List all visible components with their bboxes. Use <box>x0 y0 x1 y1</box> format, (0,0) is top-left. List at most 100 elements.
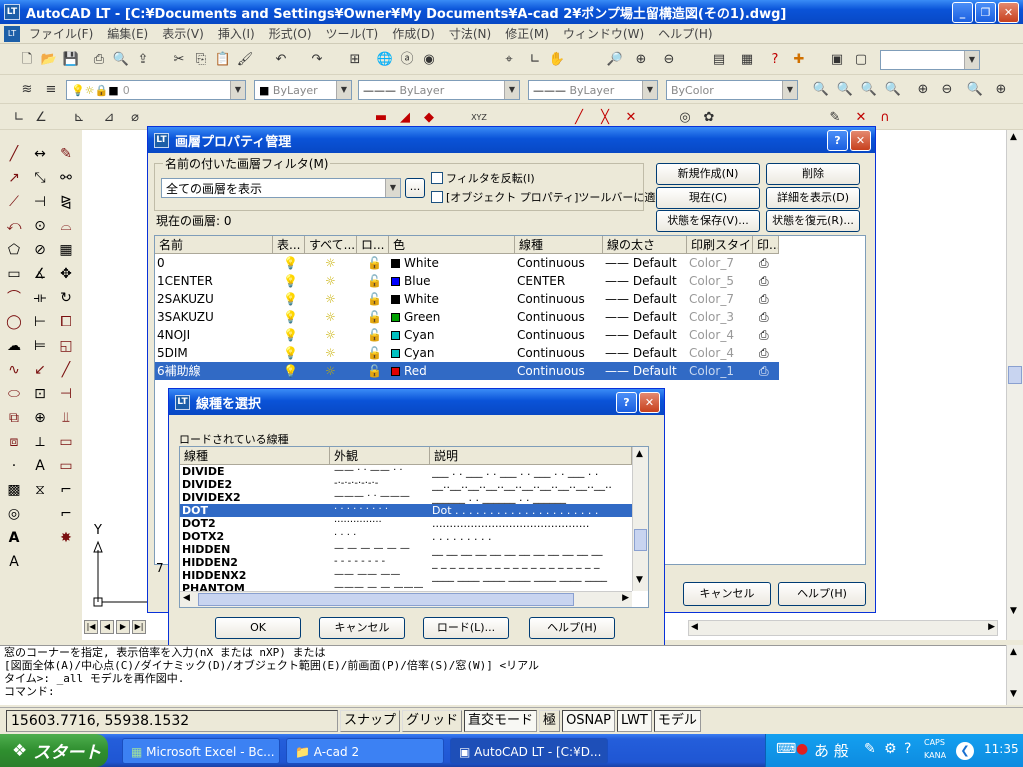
pan-icon[interactable]: ✋ <box>548 51 566 69</box>
layer-name[interactable]: 2SAKUZU <box>157 290 271 308</box>
ime-help-icon[interactable]: ? <box>904 741 911 757</box>
fillet-tool-icon[interactable]: ⌐ <box>56 480 76 500</box>
bulb-on-icon[interactable]: 💡 <box>283 362 303 380</box>
draw-arc2-icon[interactable]: ⌒ <box>4 288 24 308</box>
break2-tool-icon[interactable]: ▭ <box>56 432 76 452</box>
unlock-icon[interactable]: 🔓 <box>367 362 387 380</box>
help-icon[interactable]: ? <box>766 51 784 69</box>
lt-col-header-linetype[interactable]: 線種 <box>180 447 330 465</box>
explode-tool-icon[interactable]: ✸ <box>56 528 76 548</box>
ucs-icon[interactable]: ∟ <box>526 51 544 69</box>
layer-previous-icon[interactable]: ≡ <box>42 81 60 99</box>
layer-row[interactable]: 1CENTER 💡 ☼ 🔓 Blue CENTER —— Default Color_5 ⎙ <box>155 272 779 290</box>
apply-toolbar-checkbox[interactable] <box>431 191 443 203</box>
col-header-name[interactable]: 名前 <box>155 236 273 254</box>
lt-scroll-up-icon[interactable]: ▲ <box>636 449 643 459</box>
unlock-icon[interactable]: 🔓 <box>367 290 387 308</box>
unlock-icon[interactable]: 🔓 <box>367 344 387 362</box>
task-folder[interactable]: 📁 A-cad 2 <box>286 737 444 764</box>
dim-quick-icon[interactable]: ⟛ <box>30 288 50 308</box>
layer-lineweight[interactable]: —— Default <box>605 362 687 380</box>
diameter-dim-icon[interactable]: ⌀ <box>126 109 144 127</box>
lt-scroll-down-icon[interactable]: ▼ <box>636 575 643 585</box>
grid-toggle[interactable]: グリッド <box>402 710 463 732</box>
layer-lineweight[interactable]: —— Default <box>605 326 687 344</box>
layout-icon[interactable]: ▣ <box>828 51 846 69</box>
layer-color[interactable]: White <box>391 254 511 272</box>
network-icon[interactable]: ◉ <box>420 51 438 69</box>
zoom-in-icon[interactable]: 🔍 <box>812 81 830 99</box>
horizontal-scrollbar[interactable]: ◀ ▶ <box>688 620 998 636</box>
delete-layer-button[interactable]: 削除 <box>766 163 860 185</box>
layer-name[interactable]: 4NOJI <box>157 326 271 344</box>
zoom-realtime-icon[interactable]: 🔎 <box>606 51 624 69</box>
zoom-extents-icon[interactable]: 🔍 <box>884 81 902 99</box>
save-icon[interactable]: 💾 <box>62 51 80 69</box>
dim-continue-icon[interactable]: ⊨ <box>30 336 50 356</box>
draw-arc-icon[interactable]: ⤺ <box>4 216 24 236</box>
bulb-on-icon[interactable]: 💡 <box>283 308 303 326</box>
layer-name[interactable]: 3SAKUZU <box>157 308 271 326</box>
draw-polygon-icon[interactable]: ⬠ <box>4 240 24 260</box>
circle-center-icon[interactable]: ◎ <box>676 109 694 127</box>
printer-icon[interactable]: ⎙ <box>759 290 779 308</box>
keyboard-icon[interactable]: ⌨ <box>776 741 796 757</box>
ortho-toggle[interactable]: 直交モード <box>464 710 538 732</box>
polar-toggle[interactable]: 極 <box>539 710 561 732</box>
layer-dialog-close-button[interactable]: ✕ <box>850 130 871 151</box>
cmd-scroll-up-icon[interactable]: ▲ <box>1010 647 1017 657</box>
design-center-icon[interactable]: ▦ <box>738 51 756 69</box>
erase-icon[interactable]: ✕ <box>852 109 870 127</box>
linetype-hscroll[interactable]: ◀ ▶ <box>180 591 632 607</box>
chamfer-tool-icon[interactable]: ▭ <box>56 456 76 476</box>
ime-pad-icon[interactable]: ✎ <box>864 741 876 757</box>
task-excel[interactable]: ▦ Microsoft Excel - Bc... <box>122 737 280 764</box>
layer-lineweight[interactable]: —— Default <box>605 254 687 272</box>
linetype-combo[interactable]: ——— ByLayer ▼ <box>358 80 520 100</box>
stretch-tool-icon[interactable]: ◱ <box>56 336 76 356</box>
break-tool-icon[interactable]: ⫫ <box>56 408 76 428</box>
undo-icon[interactable]: ↶ <box>272 51 290 69</box>
menu-draw[interactable]: 作成(D) <box>385 25 442 42</box>
dim-leader-icon[interactable]: ↙ <box>30 360 50 380</box>
bulb-on-icon[interactable]: 💡 <box>283 272 303 290</box>
bulb-on-icon[interactable]: 💡 <box>283 254 303 272</box>
linetype-help-button[interactable]: ヘルプ(H) <box>529 617 615 639</box>
layer-lineweight[interactable]: —— Default <box>605 290 687 308</box>
coordinate-display[interactable]: 15603.7716, 55938.1532 <box>6 710 338 732</box>
save-state-button[interactable]: 状態を保存(V)... <box>656 210 760 232</box>
lt-col-header-description[interactable]: 説明 <box>430 447 632 465</box>
open-folder-icon[interactable]: 📂 <box>40 51 58 69</box>
dim-style-icon[interactable]: XYZ <box>470 109 488 127</box>
draw-ray-icon[interactable]: ↗ <box>4 168 24 188</box>
color-combo[interactable]: ■ ByLayer ▼ <box>254 80 352 100</box>
hyperlink-icon[interactable]: ⓐ <box>398 51 416 69</box>
set-current-button[interactable]: 現在(C) <box>656 187 760 209</box>
zoom-plus-icon[interactable]: ⊕ <box>914 81 932 99</box>
menu-insert[interactable]: 挿入(I) <box>211 25 262 42</box>
dim-diameter-icon[interactable]: ⊘ <box>30 240 50 260</box>
sun-thaw-icon[interactable]: ☼ <box>325 254 345 272</box>
layer-row[interactable]: 2SAKUZU 💡 ☼ 🔓 White Continuous —— Default Color… <box>155 290 779 308</box>
command-prompt[interactable]: コマンド: <box>4 685 1006 698</box>
sun-thaw-icon[interactable]: ☼ <box>325 344 345 362</box>
draw-rectangle-icon[interactable]: ▭ <box>4 264 24 284</box>
zoom-window-icon[interactable]: ⊕ <box>632 51 650 69</box>
layer-row[interactable]: 5DIM 💡 ☼ 🔓 Cyan Continuous —— Default Color_4 ⎙ <box>155 344 779 362</box>
menu-edit[interactable]: 編集(E) <box>100 25 155 42</box>
layer-cancel-button[interactable]: キャンセル <box>683 582 771 606</box>
menu-dimension[interactable]: 寸法(N) <box>442 25 498 42</box>
layer-row[interactable]: 6補助線 💡 ☼ 🔓 Red Continuous —— Default Color_1 ⎙ <box>155 362 779 380</box>
lt-hscroll-thumb[interactable] <box>198 593 574 606</box>
erase-tool-icon[interactable]: ✎ <box>56 144 76 164</box>
layer-color[interactable]: Green <box>391 308 511 326</box>
dim-edit-icon[interactable]: ◆ <box>420 109 438 127</box>
trim-icon[interactable]: ✕ <box>622 109 640 127</box>
layer-linetype[interactable]: Continuous <box>517 362 603 380</box>
ime-toolbar-icon[interactable]: ● <box>796 741 808 757</box>
hatch-icon[interactable]: ▩ <box>4 480 24 500</box>
layer-name[interactable]: 0 <box>157 254 271 272</box>
tray-expand-icon[interactable]: ❮ <box>956 742 974 760</box>
tolerance-icon[interactable]: ▬ <box>372 109 390 127</box>
show-details-button[interactable]: 詳細を表示(D) <box>766 187 860 209</box>
